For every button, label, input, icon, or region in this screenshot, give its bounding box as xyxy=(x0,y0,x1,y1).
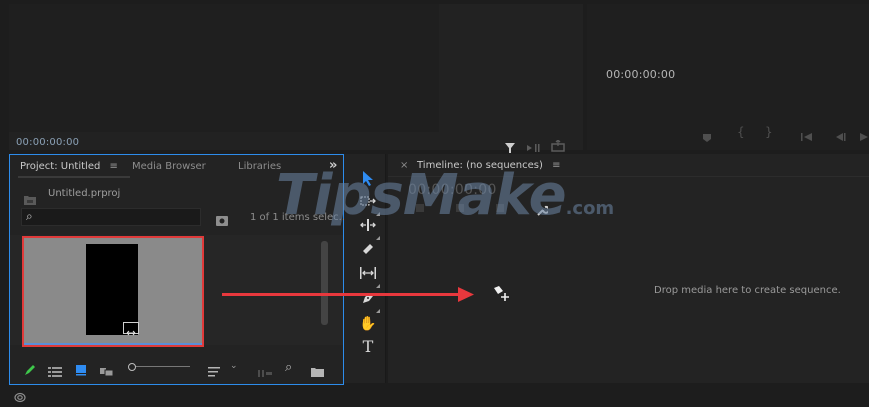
mark-out-icon[interactable]: } xyxy=(765,125,773,139)
new-bin-from-search-icon[interactable] xyxy=(216,211,228,226)
selection-tool-icon[interactable] xyxy=(358,170,378,190)
sequence-badge-icon xyxy=(123,322,139,336)
program-monitor: 00:00:00:00 { } xyxy=(587,4,869,150)
project-file-name: Untitled.prproj xyxy=(48,188,121,199)
export-frame-icon[interactable] xyxy=(551,137,565,152)
filter-icon[interactable] xyxy=(505,138,515,153)
go-to-in-icon[interactable] xyxy=(800,127,814,141)
status-bar xyxy=(0,385,869,403)
drag-direction-arrow xyxy=(222,287,474,303)
timeline-header-divider xyxy=(388,176,869,177)
project-file-icon xyxy=(24,190,36,205)
panel-menu-icon[interactable]: ≡ xyxy=(110,161,118,172)
tab-project-label: Project: Untitled xyxy=(20,161,101,172)
program-timecode: 00:00:00:00 xyxy=(606,68,676,81)
snap-icon[interactable] xyxy=(416,204,424,212)
search-icon: ⌕ xyxy=(26,209,33,223)
zoom-slider-knob[interactable] xyxy=(128,363,136,371)
tool-flyout-indicator xyxy=(376,212,380,216)
tool-flyout-indicator xyxy=(376,309,380,313)
tab-libraries[interactable]: Libraries xyxy=(238,161,281,172)
hand-tool-icon[interactable]: ✋ xyxy=(358,314,378,334)
drop-media-hint: Drop media here to create sequence. xyxy=(654,285,841,296)
automate-to-sequence-icon[interactable] xyxy=(258,363,272,377)
tools-panel-divider xyxy=(385,154,386,383)
linked-selection-icon[interactable] xyxy=(456,204,464,212)
timeline-close-button[interactable]: × xyxy=(400,160,408,171)
tab-media-browser[interactable]: Media Browser xyxy=(132,161,206,172)
tab-project[interactable]: Project: Untitled ≡ xyxy=(20,161,118,172)
marker-icon[interactable] xyxy=(702,128,712,142)
find-icon[interactable]: ⌕ xyxy=(285,360,292,375)
tool-flyout-indicator xyxy=(376,236,380,240)
freeform-view-icon[interactable] xyxy=(100,362,114,377)
source-monitor: 00:00:00:00 xyxy=(9,4,583,153)
project-panel: Project: Untitled ≡ Media Browser Librar… xyxy=(9,154,348,385)
step-back-icon[interactable] xyxy=(833,127,847,141)
write-protect-icon[interactable] xyxy=(24,361,36,375)
mark-in-icon[interactable]: { xyxy=(737,125,745,139)
chevron-down-icon[interactable]: ⌄ xyxy=(230,361,238,371)
project-tab-underline xyxy=(18,176,130,178)
add-marker-icon[interactable] xyxy=(496,204,504,212)
icon-view-icon[interactable] xyxy=(75,361,87,376)
timeline-timecode[interactable]: 00:00:00:00 xyxy=(408,182,497,198)
search-input[interactable]: ⌕ xyxy=(21,208,201,226)
sort-icons-icon[interactable] xyxy=(208,362,222,377)
track-select-tool-icon[interactable] xyxy=(358,194,380,216)
zoom-slider[interactable] xyxy=(128,363,190,371)
new-bin-icon[interactable] xyxy=(311,362,324,377)
timeline-panel: × Timeline: (no sequences) ≡ 00:00:00:00… xyxy=(388,154,869,383)
more-panels-icon[interactable]: » xyxy=(329,158,337,173)
scrollbar[interactable] xyxy=(321,241,328,325)
timeline-tab[interactable]: Timeline: (no sequences) ≡ xyxy=(417,160,560,171)
razor-tool-icon[interactable] xyxy=(358,242,378,262)
media-thumbnail-item[interactable] xyxy=(22,236,204,347)
ripple-edit-tool-icon[interactable] xyxy=(358,218,380,240)
list-view-icon[interactable] xyxy=(48,362,62,377)
source-video-frame xyxy=(9,4,439,132)
wrench-icon[interactable] xyxy=(536,202,550,216)
item-count-status: 1 of 1 items selec... xyxy=(250,212,349,223)
creative-cloud-icon[interactable] xyxy=(14,388,26,403)
timeline-menu-icon[interactable]: ≡ xyxy=(552,160,560,171)
play-icon[interactable] xyxy=(859,127,869,141)
slip-tool-icon[interactable] xyxy=(358,266,380,288)
timeline-tab-label: Timeline: (no sequences) xyxy=(417,160,543,171)
source-timecode: 00:00:00:00 xyxy=(16,137,80,148)
drag-cursor-icon xyxy=(493,285,511,303)
insert-icon[interactable] xyxy=(527,138,541,152)
zoom-slider-track xyxy=(134,366,190,367)
timeline-toolbar-icons xyxy=(416,204,536,214)
type-tool-icon[interactable]: T xyxy=(358,337,378,357)
thumbnail-scrubber[interactable] xyxy=(24,343,202,345)
